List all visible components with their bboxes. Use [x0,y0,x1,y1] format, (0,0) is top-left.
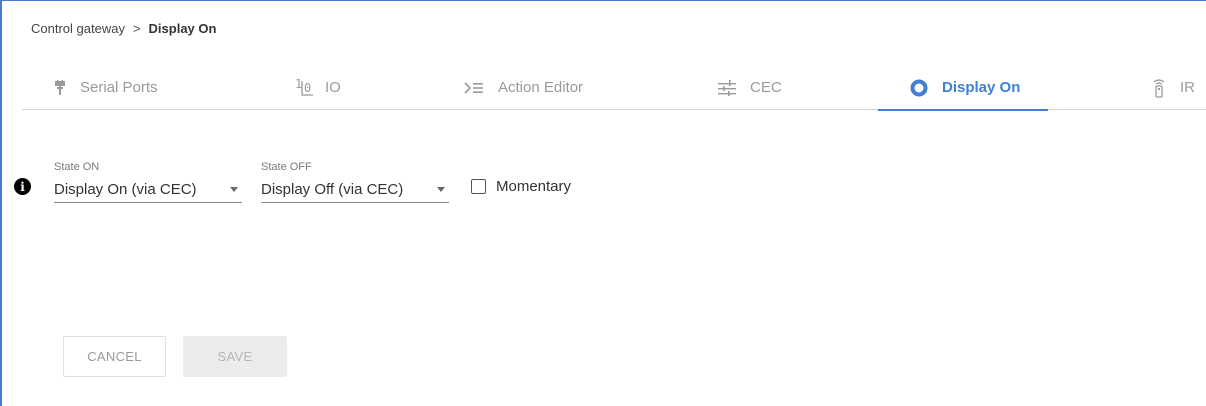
ir-remote-icon [1152,78,1166,98]
tab-serial-ports[interactable]: Serial Ports [54,65,158,110]
action-editor-icon [464,81,484,95]
save-button[interactable]: SAVE [183,336,287,377]
tab-bar: Serial Ports 1 0 IO Action Editor CEC Di… [22,65,1206,111]
state-on-field: State ON Display On (via CEC) [54,161,242,203]
tab-ir[interactable]: IR [1152,65,1195,110]
cec-sliders-icon [718,79,736,96]
state-off-label: State OFF [261,161,312,173]
state-off-select[interactable]: Display Off (via CEC) [261,177,449,203]
chevron-down-icon [437,187,445,192]
breadcrumb: Control gateway > Display On [31,21,216,36]
state-off-field: State OFF Display Off (via CEC) [261,161,449,203]
tab-label: IO [325,79,341,96]
momentary-option[interactable]: Momentary [471,178,571,195]
state-off-value: Display Off (via CEC) [261,181,404,198]
cancel-button[interactable]: CANCEL [63,336,166,377]
serial-port-icon [54,79,66,96]
tab-label: Serial Ports [80,79,158,96]
breadcrumb-parent[interactable]: Control gateway [31,21,125,36]
tab-display-on[interactable]: Display On [877,65,1049,111]
display-on-circle-icon [910,79,928,97]
tab-label: Display On [942,79,1021,96]
tab-label: CEC [750,79,782,96]
info-icon[interactable]: i [14,178,31,195]
breadcrumb-separator: > [132,21,141,36]
momentary-checkbox[interactable] [471,179,486,194]
tab-io[interactable]: 1 0 IO [293,65,341,110]
tab-label: Action Editor [498,79,584,96]
app-window: Control gateway > Display On Serial Port… [0,0,1206,406]
momentary-label: Momentary [496,178,572,195]
tab-action-editor[interactable]: Action Editor [464,65,583,110]
state-on-value: Display On (via CEC) [54,181,197,198]
tab-label: IR [1180,79,1195,96]
io-icon: 1 0 [293,77,315,97]
io-icon-zero: 0 [304,80,312,95]
state-on-label: State ON [54,161,100,173]
breadcrumb-current: Display On [148,21,217,36]
tab-cec[interactable]: CEC [718,65,782,110]
state-on-select[interactable]: Display On (via CEC) [54,177,242,203]
chevron-down-icon [230,187,238,192]
